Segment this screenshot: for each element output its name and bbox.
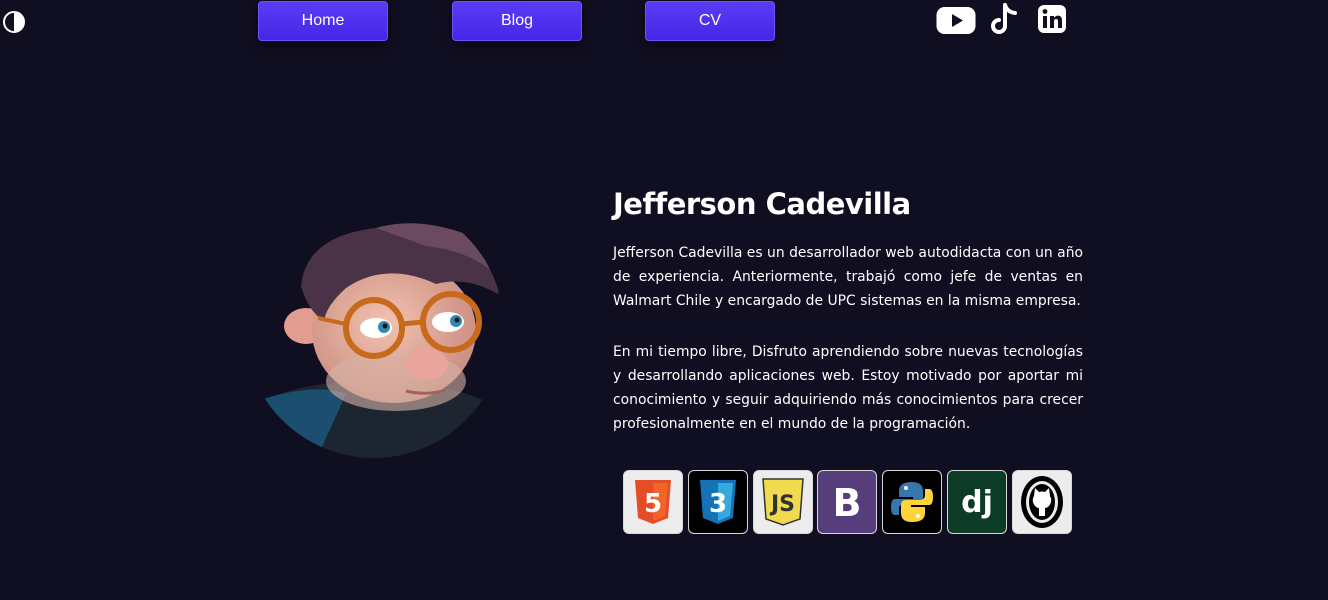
profile-name: Jefferson Cadevilla	[613, 187, 911, 221]
html5-icon: 5	[635, 480, 671, 524]
profile-paragraph-1: Jefferson Cadevilla es un desarrollador …	[613, 245, 1083, 309]
tech-github	[1012, 470, 1072, 534]
tech-javascript: JS	[753, 470, 813, 534]
css3-text: 3	[709, 489, 727, 519]
youtube-link[interactable]	[936, 6, 976, 41]
bootstrap-text: B	[833, 481, 862, 525]
tech-python	[882, 470, 942, 534]
avatar	[236, 216, 512, 460]
linkedin-icon	[1038, 5, 1066, 33]
tiktok-link[interactable]	[988, 3, 1020, 42]
nav-blog-button[interactable]: Blog	[452, 1, 582, 41]
profile-paragraph-2: En mi tiempo libre, Disfruto aprendiendo…	[613, 344, 1083, 432]
half-moon-icon	[3, 11, 25, 33]
tech-django: dj	[947, 470, 1007, 534]
tech-css3: 3	[688, 470, 748, 534]
css3-icon: 3	[700, 480, 736, 524]
theme-toggle-button[interactable]	[2, 10, 26, 34]
tiktok-icon	[991, 3, 1017, 34]
nav-home-button[interactable]: Home	[258, 1, 388, 41]
tech-bootstrap: B	[817, 470, 877, 534]
youtube-icon	[936, 7, 976, 34]
javascript-text: JS	[769, 492, 795, 517]
bootstrap-icon: B	[825, 478, 869, 526]
nav-cv-button[interactable]: CV	[645, 1, 775, 41]
linkedin-link[interactable]	[1037, 4, 1067, 39]
html5-text: 5	[644, 489, 662, 519]
github-icon	[1021, 476, 1063, 528]
tech-html5: 5	[623, 470, 683, 534]
django-icon: dj	[961, 485, 993, 520]
python-icon	[891, 482, 933, 522]
django-text: dj	[961, 485, 993, 520]
javascript-icon: JS	[762, 478, 804, 526]
